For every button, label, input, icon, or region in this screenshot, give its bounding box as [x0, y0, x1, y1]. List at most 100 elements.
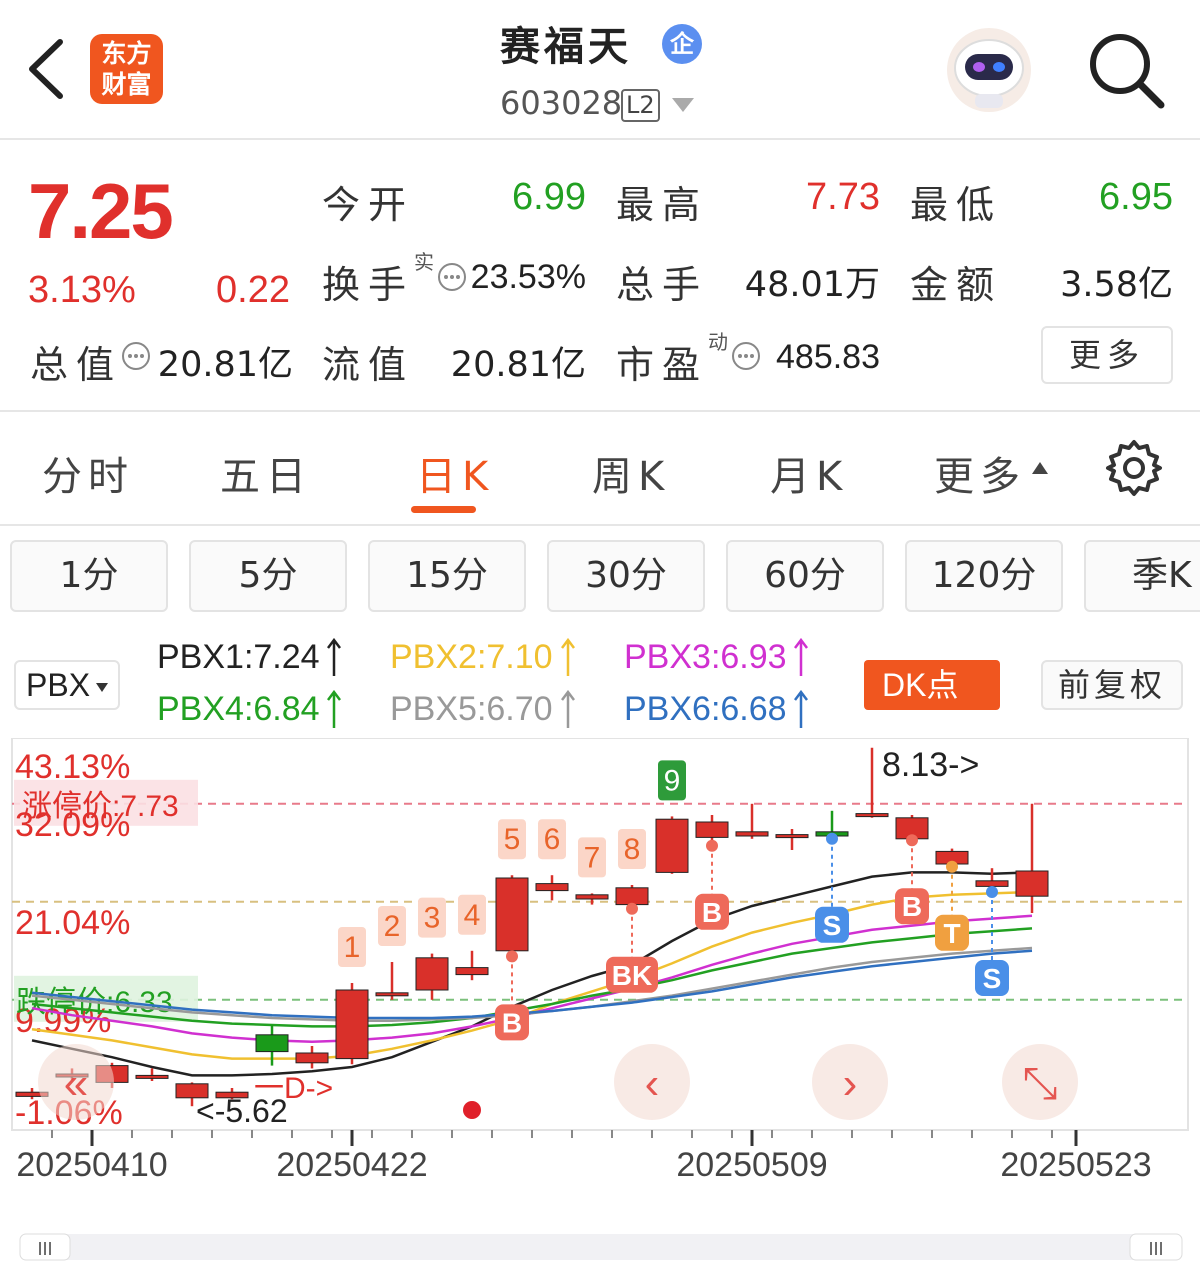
- minute-period-bar: 1分 5分 15分 30分 60分 120分 季K: [0, 540, 1200, 616]
- kline-chart-svg: 43.13%32.09%21.04%9.99%-1.06%涨停价:7.73跌停价…: [11, 738, 1189, 1261]
- stock-code[interactable]: 603028: [500, 84, 622, 122]
- back-arrow-icon[interactable]: [22, 34, 72, 104]
- pbx6-value: PBX6:6.68: [624, 690, 787, 728]
- high-value: 7.73: [806, 176, 880, 218]
- top-navigation-bar: 东方 财富 赛福天 企 603028 L2: [0, 0, 1200, 140]
- turnover-value: 23.53%: [470, 258, 586, 296]
- period-15min[interactable]: 15分: [368, 540, 526, 612]
- tab-weekly-k[interactable]: 周K: [592, 444, 670, 502]
- pbx2-value: PBX2:7.10: [390, 638, 553, 676]
- chart-period-tabs: 分时 五日 日K 周K 月K 更多: [0, 414, 1200, 526]
- ai-assistant-robot-icon[interactable]: [943, 26, 1035, 114]
- forward-adjust-button[interactable]: 前复权: [1041, 660, 1183, 710]
- scroll-left-icon: «: [64, 1059, 88, 1108]
- pbx3-value: PBX3:6.93: [624, 638, 787, 676]
- x-axis-label: 20250422: [276, 1146, 427, 1184]
- candle-body: [375, 992, 409, 997]
- signal-dot: [906, 834, 918, 847]
- gear-icon[interactable]: [1104, 438, 1164, 498]
- candle-body: [135, 1074, 169, 1079]
- market-cap-info-icon[interactable]: [121, 341, 151, 371]
- low-label: 最低: [910, 183, 1003, 227]
- signal-dot: [826, 832, 838, 845]
- amount-value: 3.58亿: [1060, 265, 1173, 305]
- signal-badge: S: [823, 910, 842, 941]
- expand-icon: ⤡: [1022, 1059, 1057, 1108]
- level2-badge: L2: [621, 89, 660, 122]
- pe-label: 市盈: [616, 343, 709, 387]
- active-tab-indicator: [411, 506, 476, 513]
- candle-body: [335, 989, 369, 1060]
- y-axis-label: 43.13%: [15, 748, 130, 786]
- stock-switch-dropdown-icon[interactable]: [672, 98, 694, 112]
- low-signal-dot: [463, 1101, 481, 1119]
- y-axis-label: 21.04%: [15, 904, 130, 942]
- signal-badge: T: [943, 918, 960, 949]
- signal-badge: B: [902, 891, 922, 922]
- last-price: 7.25: [28, 167, 174, 255]
- kline-chart[interactable]: 43.13%32.09%21.04%9.99%-1.06%涨停价:7.73跌停价…: [0, 738, 1200, 1263]
- search-icon[interactable]: [1086, 30, 1166, 110]
- candle-body: [655, 818, 689, 873]
- candle-body: [775, 834, 809, 839]
- period-120min[interactable]: 120分: [905, 540, 1063, 612]
- indicator-dropdown-icon[interactable]: [96, 683, 108, 692]
- zoom-out-icon: ‹: [645, 1059, 660, 1108]
- sequence-marker: 7: [584, 841, 601, 874]
- quote-panel: 7.25 3.13% 0.22 今开 6.99 最高 7.73 最低 6.95 …: [0, 142, 1200, 412]
- x-axis-label: 20250410: [16, 1146, 167, 1184]
- period-30min[interactable]: 30分: [547, 540, 705, 612]
- candle-body: [975, 880, 1009, 887]
- pbx1-value: PBX1:7.24: [157, 638, 320, 676]
- logo-line-2: 财富: [101, 70, 152, 99]
- signal-dot: [506, 950, 518, 963]
- pbx5-value: PBX5:6.70: [390, 690, 553, 728]
- pbx6-up-arrow-icon: [794, 690, 808, 728]
- pe-info-icon[interactable]: [731, 341, 761, 371]
- period-60min[interactable]: 60分: [726, 540, 884, 612]
- turnover-real-mark: 实: [414, 250, 434, 274]
- signal-badge: BK: [612, 960, 652, 991]
- period-5min[interactable]: 5分: [189, 540, 347, 612]
- candle-body: [1015, 870, 1049, 897]
- scroll-handle-left-grip: III: [37, 1239, 52, 1259]
- amount-label: 金额: [910, 263, 1003, 307]
- candle-body: [535, 883, 569, 892]
- max-price-annotation: 8.13->: [882, 746, 979, 784]
- dk-point-button[interactable]: DK点: [864, 660, 1000, 710]
- x-axis-label: 20250523: [1000, 1146, 1151, 1184]
- candle-body: [855, 813, 889, 818]
- open-label: 今开: [322, 183, 415, 227]
- tab-more[interactable]: 更多: [934, 444, 1026, 502]
- signal-dot: [946, 860, 958, 873]
- limit-up-label: 涨停价:7.73: [22, 790, 179, 823]
- sequence-marker: 3: [424, 902, 441, 935]
- pbx2-up-arrow-icon: [561, 638, 575, 676]
- tab-five-day[interactable]: 五日: [220, 444, 312, 502]
- tab-monthly-k[interactable]: 月K: [770, 444, 848, 502]
- float-cap-value: 20.81亿: [450, 345, 586, 385]
- tab-intraday[interactable]: 分时: [42, 444, 134, 502]
- pbx1-up-arrow-icon: [327, 638, 341, 676]
- more-quote-button[interactable]: 更多: [1041, 326, 1173, 384]
- period-quarter-k[interactable]: 季K: [1084, 540, 1200, 612]
- pbx3-up-arrow-icon: [794, 638, 808, 676]
- change-value: 0.22: [216, 269, 290, 311]
- signal-dot: [706, 839, 718, 852]
- pbx4-value: PBX4:6.84: [157, 690, 320, 728]
- x-axis-label: 20250509: [676, 1146, 827, 1184]
- tab-daily-k[interactable]: 日K: [416, 444, 494, 502]
- pbx4-up-arrow-icon: [327, 690, 341, 728]
- period-1min[interactable]: 1分: [10, 540, 168, 612]
- market-cap-label: 总值: [30, 343, 123, 387]
- candle-body: [695, 821, 729, 838]
- scroll-handle-right-grip: III: [1148, 1239, 1163, 1259]
- market-cap-value: 20.81亿: [157, 345, 293, 385]
- sequence-marker: 6: [544, 823, 561, 856]
- sequence-marker: 1: [344, 931, 361, 964]
- signal-badge: B: [702, 897, 722, 928]
- signal-dot: [626, 902, 638, 915]
- logo-line-1: 东方: [101, 39, 152, 68]
- app-logo: 东方 财富: [90, 34, 163, 104]
- turnover-info-icon[interactable]: [437, 262, 467, 292]
